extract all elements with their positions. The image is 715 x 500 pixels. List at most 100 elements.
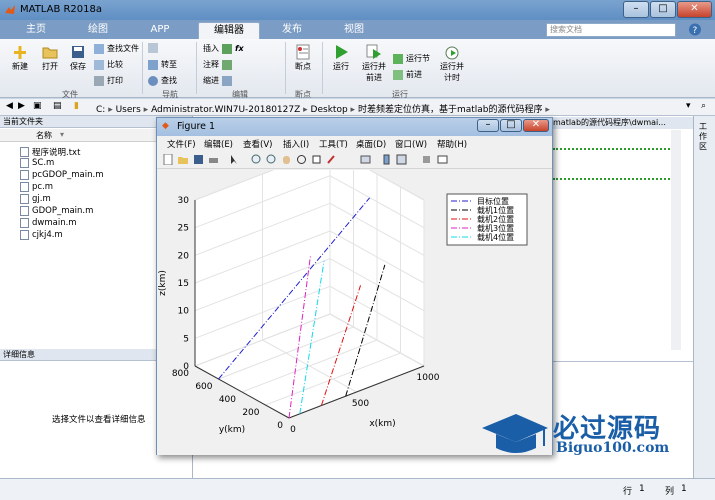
file-item[interactable]: pcGDOP_main.m [20,170,104,180]
rotate-icon[interactable] [296,154,307,165]
tab-home[interactable]: 主页 [12,22,60,39]
goto-button[interactable]: 转至 [148,59,177,70]
open-file-icon[interactable] [178,154,189,165]
breadcrumb-item[interactable]: Administrator.WIN7U-20180127Z [151,105,300,115]
breadcrumb[interactable]: C: ▸ Users ▸ Administrator.WIN7U-2018012… [96,102,550,115]
print-figure-icon[interactable] [208,154,219,165]
tab-view[interactable]: 视图 [326,22,382,39]
forward-arrow-icon[interactable]: ▶ [18,101,25,111]
menu-tools[interactable]: 工具(T) [319,138,348,150]
figure-maximize-button[interactable]: □ [500,119,522,132]
data-cursor-icon[interactable] [311,154,322,165]
file-item[interactable]: GDOP_main.m [20,206,93,216]
menu-view[interactable]: 查看(V) [243,138,272,150]
back-arrow-icon[interactable]: ◀ [6,101,13,111]
hide-plot-tools-icon[interactable] [421,154,432,165]
doc-search-input[interactable]: 搜索文档 [546,23,676,37]
stopwatch-icon [445,46,459,60]
help-icon[interactable]: ? [682,22,708,37]
file-name: cjkj4.m [32,230,63,240]
chevron-down-icon[interactable]: ▾ [686,101,691,111]
brush-icon[interactable] [326,154,337,165]
y-tick-label: 600 [195,382,212,392]
run-label: 运行 [333,62,349,71]
new-figure-icon[interactable] [163,154,174,165]
close-button[interactable]: ✕ [677,1,712,18]
run-section-label: 运行节 [406,54,430,63]
up-folder-icon[interactable]: ▣ [33,101,42,111]
x-axis-label: x(km) [369,419,395,429]
legend-entry: 载机1位置 [477,205,514,215]
browse-folder-icon[interactable]: ▤ [53,101,62,111]
colorbar-icon[interactable] [381,154,392,165]
breakpoints-label: 断点 [295,62,311,71]
menu-desktop[interactable]: 桌面(D) [356,138,386,150]
editor-tab[interactable]: matlab的源代码程序\dwmai... [553,117,693,129]
legend-entry: 载机4位置 [477,232,514,242]
print-button[interactable]: 打印 [94,75,123,86]
advance-button[interactable]: 前进 [393,69,422,80]
tab-apps[interactable]: APP [136,22,184,39]
y-tick-label: 0 [277,421,283,431]
figure-minimize-button[interactable]: – [477,119,499,132]
show-plot-tools-icon[interactable] [437,154,448,165]
minimize-button[interactable]: – [623,1,649,18]
zoom-in-icon[interactable] [251,154,262,165]
run-and-advance-button[interactable]: 运行并 前进 [359,43,389,83]
file-item[interactable]: SC.m [20,158,54,168]
open-button[interactable]: 打开 [36,43,64,72]
figure-close-button[interactable]: ✕ [523,119,549,132]
file-item[interactable]: 程序说明.txt [20,146,80,158]
menu-edit[interactable]: 编辑(E) [204,138,233,150]
navigate-back-button[interactable] [148,43,158,53]
breadcrumb-item[interactable]: Desktop [311,105,348,115]
editor-scrollbar[interactable] [671,130,681,350]
figure-title-bar[interactable]: ◆ Figure 1 – □ ✕ [157,118,552,136]
save-button[interactable]: 保存 [64,43,92,72]
file-name: dwmain.m [32,218,77,228]
run-and-time-button[interactable]: 运行并 计时 [437,43,467,83]
tab-editor[interactable]: 编辑器 [198,22,260,39]
save-figure-icon[interactable] [193,154,204,165]
y-tick-label: 400 [219,395,236,405]
link-plot-icon[interactable] [360,154,371,165]
maximize-button[interactable]: □ [650,1,676,18]
menu-insert[interactable]: 插入(I) [283,138,309,150]
compare-button[interactable]: 比较 [94,59,123,70]
insert-button[interactable]: 插入 fx [203,43,244,54]
legend-entry: 载机2位置 [477,214,514,224]
search-icon[interactable]: ⌕ [701,101,706,111]
z-axis-label: z(km) [158,270,168,296]
legend-toggle-icon[interactable] [396,154,407,165]
file-item[interactable]: pc.m [20,182,53,192]
pointer-icon[interactable] [229,154,240,165]
menu-window[interactable]: 窗口(W) [395,138,427,150]
new-button[interactable]: 新建 [6,43,34,72]
z-tick-label: 15 [178,279,189,289]
file-item[interactable]: gj.m [20,194,51,204]
run-section-button[interactable]: 运行节 [393,53,430,64]
zoom-out-icon[interactable] [266,154,277,165]
pan-icon[interactable] [281,154,292,165]
file-item[interactable]: cjkj4.m [20,230,63,240]
tab-publish[interactable]: 发布 [268,22,316,39]
find-button[interactable]: 查找 [148,75,177,86]
m-file-icon [20,158,29,168]
details-hint: 选择文件以查看详细信息 [52,415,146,425]
menu-help[interactable]: 帮助(H) [437,138,467,150]
menu-file[interactable]: 文件(F) [167,138,196,150]
indent-button[interactable]: 缩进 [203,75,232,86]
breakpoints-icon [296,44,310,60]
breadcrumb-item[interactable]: 时差频差定位仿真，基于matlab的源代码程序 [358,105,543,115]
breadcrumb-item[interactable]: Users [116,105,141,115]
run-button[interactable]: 运行 [327,43,355,72]
comment-button[interactable]: 注释 [203,59,232,70]
breakpoints-button[interactable]: 断点 [289,43,317,72]
breadcrumb-item[interactable]: C: [96,105,105,115]
find-files-button[interactable]: 查找文件 [94,43,139,54]
y-tick-label: 200 [242,408,259,418]
fx-icon[interactable]: fx [235,44,244,53]
x-tick-label: 1000 [417,373,440,383]
file-item[interactable]: dwmain.m [20,218,77,228]
tab-plots[interactable]: 绘图 [74,22,122,39]
